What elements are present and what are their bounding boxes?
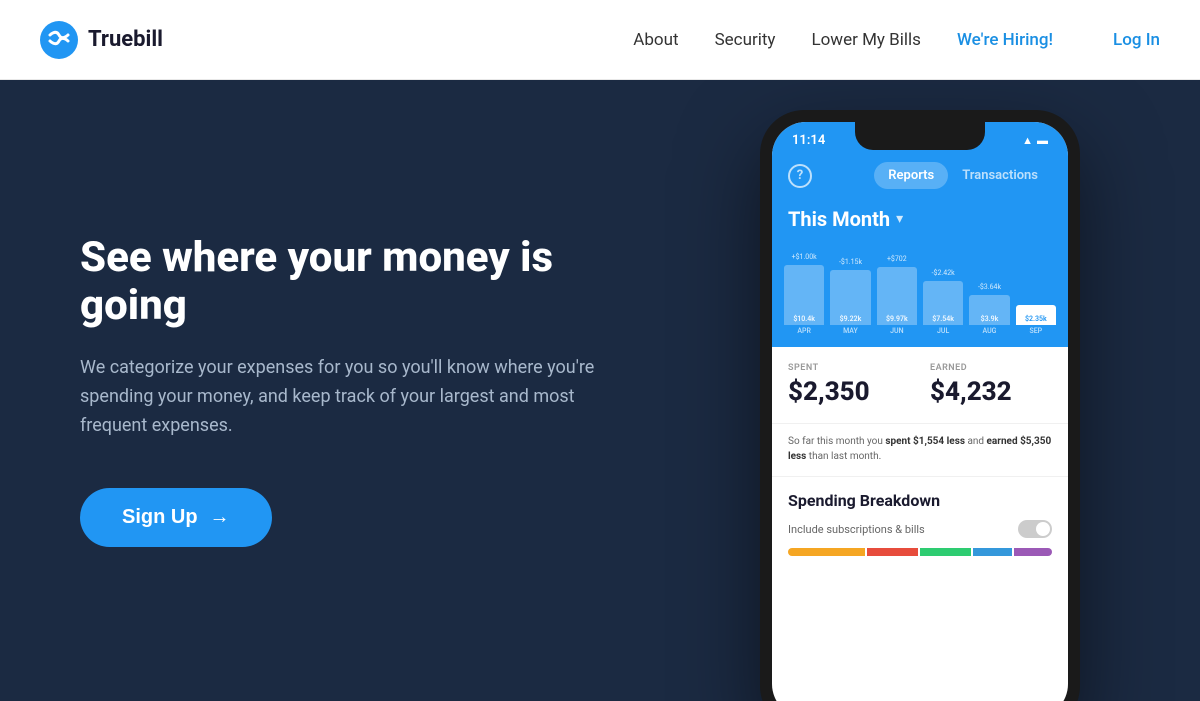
logo-text: Truebill <box>88 27 163 52</box>
signup-button[interactable]: Sign Up → <box>80 488 272 547</box>
earned-label: EARNED <box>930 363 1052 373</box>
phone-mockup: 11:14 ▲ ▬ ? Reports Transactions <box>760 110 1080 701</box>
phone-header: ? Reports Transactions <box>772 154 1068 201</box>
breakdown-toggle-switch[interactable] <box>1018 520 1052 538</box>
phone-status-icons: ▲ ▬ <box>1022 134 1048 147</box>
hero-content: See where your money is going We categor… <box>80 234 600 548</box>
tab-reports[interactable]: Reports <box>874 162 948 189</box>
battery-icon: ▬ <box>1037 134 1048 147</box>
nav-hiring[interactable]: We're Hiring! <box>957 30 1053 50</box>
chart-bar-jul-bar: $7.54k <box>923 281 963 325</box>
breakdown-toggle-label: Include subscriptions & bills <box>788 523 925 536</box>
phone-screen: 11:14 ▲ ▬ ? Reports Transactions <box>772 122 1068 701</box>
breakdown-segment-4 <box>973 548 1011 556</box>
phone-outer: 11:14 ▲ ▬ ? Reports Transactions <box>760 110 1080 701</box>
chart-bar-may: -$1.15k $9.22k MAY <box>830 256 870 335</box>
chart-label-jul: JUL <box>937 327 949 335</box>
breakdown-title: Spending Breakdown <box>788 491 1052 510</box>
truebill-logo-icon <box>40 21 78 59</box>
chart-label-jun: JUN <box>890 327 903 335</box>
stat-earned: EARNED $4,232 <box>930 363 1052 407</box>
month-chevron-icon[interactable]: ▾ <box>896 211 903 227</box>
chart-bar-apr-bar: $10.4k <box>784 265 824 325</box>
tab-transactions[interactable]: Transactions <box>948 162 1052 189</box>
chart-delta-jul: -$2.42k <box>932 267 955 279</box>
chart-label-sep: SEP <box>1029 327 1042 335</box>
chart-bar-jul: -$2.42k $7.54k JUL <box>923 267 963 335</box>
nav-security[interactable]: Security <box>715 30 776 50</box>
stats-description: So far this month you spent $1,554 less … <box>772 424 1068 477</box>
chart-value-jun: $9.97k <box>886 315 908 323</box>
spent-label: SPENT <box>788 363 910 373</box>
nav-lower-my-bills[interactable]: Lower My Bills <box>811 30 921 50</box>
chart-bar-sep: $2.35k SEP <box>1016 291 1056 335</box>
earned-value: $4,232 <box>930 377 1052 407</box>
signup-label: Sign Up <box>122 506 198 529</box>
chart-value-apr: $10.4k <box>793 315 815 323</box>
chart-bar-jun-bar: $9.97k <box>877 267 917 325</box>
hero-subtitle: We categorize your expenses for you so y… <box>80 354 600 440</box>
chart-delta-aug: -$3.64k <box>978 281 1001 293</box>
hero-section: See where your money is going We categor… <box>0 80 1200 701</box>
chart-label-apr: APR <box>797 327 811 335</box>
chart-value-sep: $2.35k <box>1025 315 1047 323</box>
chart-delta-jun: +$702 <box>887 253 907 265</box>
phone-chart: +$1.00k $10.4k APR -$1.15k $9.22k MAY <box>772 247 1068 347</box>
breakdown-segment-1 <box>788 548 865 556</box>
breakdown-toggle-row: Include subscriptions & bills <box>788 520 1052 538</box>
phone-stats: SPENT $2,350 EARNED $4,232 <box>772 347 1068 424</box>
chart-label-aug: AUG <box>983 327 997 335</box>
spent-value: $2,350 <box>788 377 910 407</box>
stat-spent: SPENT $2,350 <box>788 363 910 407</box>
hero-title: See where your money is going <box>80 234 600 331</box>
breakdown-segment-3 <box>920 548 971 556</box>
chart-value-may: $9.22k <box>840 315 862 323</box>
breakdown-segment-2 <box>867 548 918 556</box>
phone-month-row: This Month ▾ <box>772 201 1068 247</box>
chart-value-aug: $3.9k <box>981 315 999 323</box>
signup-arrow: → <box>210 506 230 529</box>
chart-bar-may-bar: $9.22k <box>830 270 870 325</box>
nav-about[interactable]: About <box>633 30 678 50</box>
chart-bar-apr: +$1.00k $10.4k APR <box>784 251 824 335</box>
chart-bar-aug: -$3.64k $3.9k AUG <box>969 281 1009 335</box>
breakdown-color-bars <box>788 548 1052 556</box>
chart-label-may: MAY <box>843 327 858 335</box>
chart-delta-may: -$1.15k <box>839 256 862 268</box>
login-button[interactable]: Log In <box>1113 30 1160 50</box>
chart-bar-sep-bar: $2.35k <box>1016 305 1056 325</box>
chart-value-jul: $7.54k <box>932 315 954 323</box>
spending-breakdown: Spending Breakdown Include subscriptions… <box>772 477 1068 564</box>
chart-delta-apr: +$1.00k <box>792 251 817 263</box>
chart-bar-aug-bar: $3.9k <box>969 295 1009 325</box>
navbar: Truebill About Security Lower My Bills W… <box>0 0 1200 80</box>
spent-diff: spent $1,554 less <box>885 436 965 447</box>
nav-links: About Security Lower My Bills We're Hiri… <box>633 30 1053 50</box>
phone-time: 11:14 <box>792 133 825 148</box>
logo[interactable]: Truebill <box>40 21 163 59</box>
phone-month-label: This Month <box>788 207 890 231</box>
breakdown-segment-5 <box>1014 548 1052 556</box>
wifi-icon: ▲ <box>1022 134 1033 147</box>
help-icon[interactable]: ? <box>788 164 812 188</box>
phone-tabs: Reports Transactions <box>874 162 1052 189</box>
phone-notch <box>855 122 985 150</box>
chart-bar-jun: +$702 $9.97k JUN <box>877 253 917 335</box>
